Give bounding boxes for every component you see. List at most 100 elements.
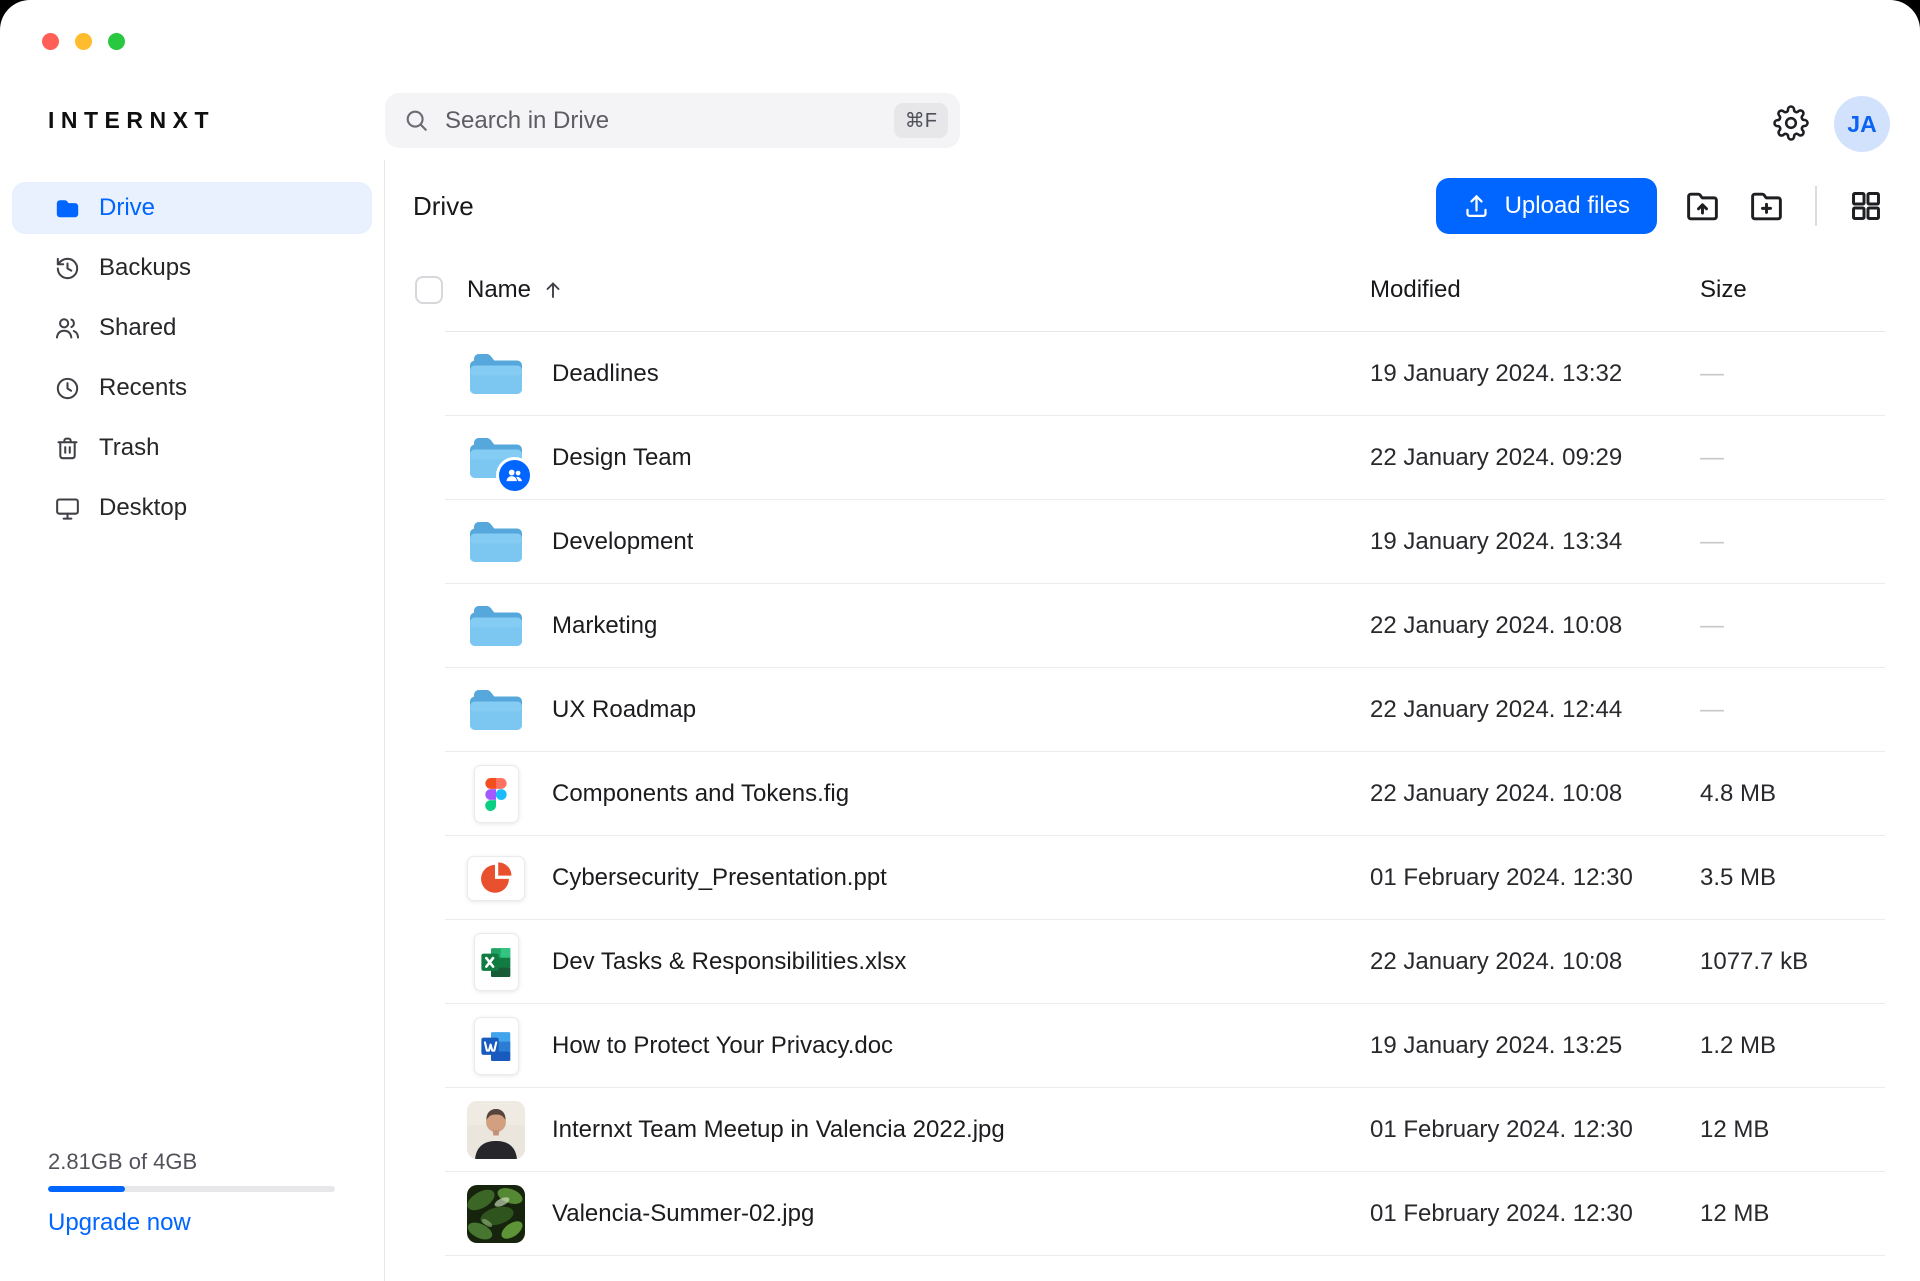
modified-date: 22 January 2024. 10:08 [1370, 948, 1700, 976]
sidebar-item-label: Recents [99, 374, 187, 402]
folder-filled-icon [54, 195, 81, 222]
minimize-window-button[interactable] [75, 33, 92, 50]
table-row[interactable]: Components and Tokens.fig22 January 2024… [413, 752, 1885, 836]
file-name: Valencia-Summer-02.jpg [552, 1200, 814, 1228]
word-icon [467, 1017, 525, 1075]
excel-icon [467, 933, 525, 991]
storage-usage-text: 2.81GB of 4GB [48, 1149, 335, 1175]
settings-button[interactable] [1772, 104, 1810, 142]
file-name-cell: Deadlines [467, 345, 1370, 403]
photo-leaves-icon [467, 1185, 525, 1243]
folder-icon [467, 429, 525, 487]
table-row[interactable]: Development19 January 2024. 13:34— [413, 500, 1885, 584]
column-header-size[interactable]: Size [1700, 276, 1885, 304]
upgrade-now-link[interactable]: Upgrade now [48, 1209, 335, 1237]
select-all-checkbox[interactable] [415, 276, 443, 304]
table-row[interactable]: UX Roadmap 22 January 2024. 12:44— [413, 668, 1885, 752]
search-icon [403, 107, 430, 134]
table-header: Name Modified Size [413, 234, 1885, 332]
shared-folder-badge [496, 457, 533, 494]
new-folder-button[interactable] [1747, 187, 1785, 225]
table-row[interactable]: Design Team 22 January 2024. 09:29— [413, 416, 1885, 500]
upload-folder-button[interactable] [1683, 187, 1721, 225]
zoom-window-button[interactable] [108, 33, 125, 50]
table-row[interactable]: Valencia-Summer-02.jpg 01 February 2024. … [413, 1172, 1885, 1256]
file-size: 4.8 MB [1700, 780, 1885, 808]
folder-icon [467, 513, 525, 571]
file-size: 3.5 MB [1700, 864, 1885, 892]
folder-icon [467, 681, 525, 739]
sidebar-item-trash[interactable]: Trash [12, 422, 372, 474]
app-window: INTERNXT ⌘F JA Drive Backups Shared Recents… [0, 0, 1920, 1281]
modified-date: 22 January 2024. 09:29 [1370, 444, 1700, 472]
clock-icon [54, 375, 81, 402]
sidebar-item-shared[interactable]: Shared [12, 302, 372, 354]
sidebar-item-drive[interactable]: Drive [12, 182, 372, 234]
sidebar-item-label: Drive [99, 194, 155, 222]
main-content: Drive Upload files [385, 160, 1920, 1281]
table-row[interactable]: How to Protect Your Privacy.doc19 Januar… [413, 1004, 1885, 1088]
sidebar-item-label: Desktop [99, 494, 187, 522]
file-size: — [1700, 444, 1885, 472]
file-name-cell: Cybersecurity_Presentation.ppt [467, 849, 1370, 907]
file-name: Dev Tasks & Responsibilities.xlsx [552, 948, 906, 976]
sidebar-item-backups[interactable]: Backups [12, 242, 372, 294]
file-name: Internxt Team Meetup in Valencia 2022.jp… [552, 1116, 1005, 1144]
storage-progress-bar [48, 1186, 335, 1192]
page-title: Drive [413, 191, 474, 222]
file-list: Deadlines19 January 2024. 13:32—Design T… [413, 332, 1885, 1256]
file-name-cell: Components and Tokens.fig [467, 765, 1370, 823]
sidebar-item-desktop[interactable]: Desktop [12, 482, 372, 534]
storage-progress-fill [48, 1186, 125, 1192]
search-bar[interactable]: ⌘F [385, 93, 960, 148]
column-header-modified[interactable]: Modified [1370, 276, 1700, 304]
modified-date: 22 January 2024. 12:44 [1370, 696, 1700, 724]
sidebar-item-label: Trash [99, 434, 159, 462]
file-size: — [1700, 528, 1885, 556]
file-name: UX Roadmap [552, 696, 696, 724]
file-name: Cybersecurity_Presentation.ppt [552, 864, 887, 892]
close-window-button[interactable] [42, 33, 59, 50]
file-size: — [1700, 696, 1885, 724]
sidebar: Drive Backups Shared Recents Trash Desktop 2.… [0, 160, 385, 1281]
file-name: Deadlines [552, 360, 659, 388]
sidebar-item-recents[interactable]: Recents [12, 362, 372, 414]
table-row[interactable]: Deadlines19 January 2024. 13:32— [413, 332, 1885, 416]
file-name-cell: Dev Tasks & Responsibilities.xlsx [467, 933, 1370, 991]
table-row[interactable]: Dev Tasks & Responsibilities.xlsx 22 Janu… [413, 920, 1885, 1004]
file-size: 12 MB [1700, 1200, 1885, 1228]
sidebar-item-label: Backups [99, 254, 191, 282]
folder-plus-icon [1748, 188, 1785, 225]
file-name: How to Protect Your Privacy.doc [552, 1032, 893, 1060]
sidebar-nav: Drive Backups Shared Recents Trash Desktop [12, 182, 372, 534]
folder-icon [467, 345, 525, 403]
internxt-logo: INTERNXT [48, 107, 215, 134]
history-icon [54, 255, 81, 282]
sidebar-item-label: Shared [99, 314, 176, 342]
photo-person-icon [467, 1101, 525, 1159]
file-name: Development [552, 528, 693, 556]
file-name-cell: Design Team [467, 429, 1370, 487]
storage-widget: 2.81GB of 4GB Upgrade now [48, 1149, 335, 1237]
table-row[interactable]: Internxt Team Meetup in Valencia 2022.jp… [413, 1088, 1885, 1172]
file-size: 12 MB [1700, 1116, 1885, 1144]
upload-files-button[interactable]: Upload files [1436, 178, 1657, 234]
grid-view-button[interactable] [1847, 187, 1885, 225]
file-name-cell: Development [467, 513, 1370, 571]
modified-date: 01 February 2024. 12:30 [1370, 1116, 1700, 1144]
modified-date: 22 January 2024. 10:08 [1370, 612, 1700, 640]
file-name: Components and Tokens.fig [552, 780, 849, 808]
column-header-name[interactable]: Name [467, 276, 1370, 304]
search-input[interactable] [443, 106, 894, 136]
file-size: — [1700, 612, 1885, 640]
table-row[interactable]: Cybersecurity_Presentation.ppt01 Februar… [413, 836, 1885, 920]
table-row[interactable]: Marketing22 January 2024. 10:08— [413, 584, 1885, 668]
file-name: Design Team [552, 444, 692, 472]
toolbar: Upload files [1436, 178, 1885, 234]
toolbar-divider [1815, 186, 1817, 226]
modified-date: 19 January 2024. 13:32 [1370, 360, 1700, 388]
ppt-icon [467, 849, 525, 907]
modified-date: 01 February 2024. 12:30 [1370, 1200, 1700, 1228]
gear-icon [1773, 105, 1809, 141]
user-avatar[interactable]: JA [1834, 96, 1890, 152]
